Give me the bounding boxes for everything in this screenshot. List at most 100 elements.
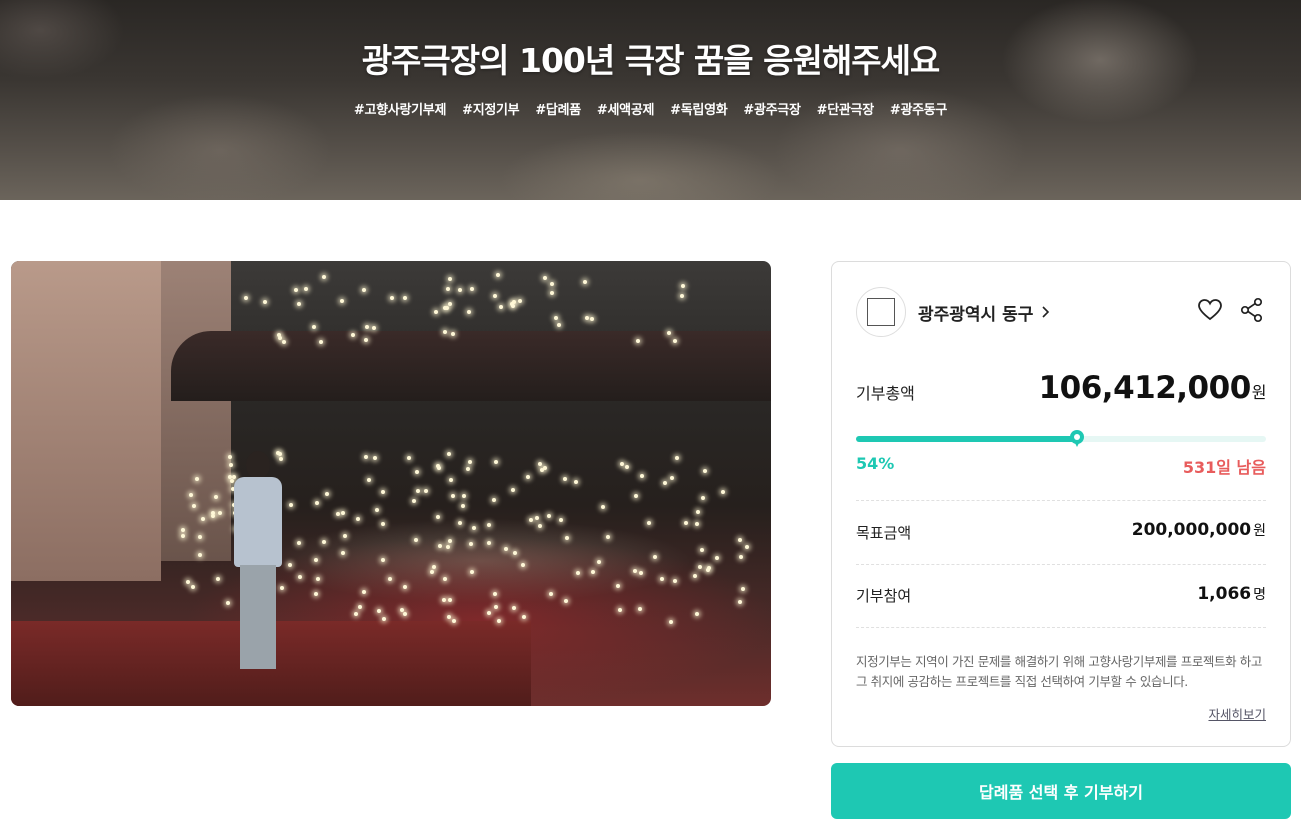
phone-light-dot (620, 462, 625, 467)
phone-light-dot (737, 538, 742, 543)
phone-light-dot (388, 576, 393, 581)
phone-light-dot (287, 562, 292, 567)
phone-light-dot (559, 517, 564, 522)
phone-light-dot (400, 607, 405, 612)
goal-amount-label: 목표금액 (856, 524, 912, 542)
phone-light-dot (446, 615, 451, 620)
phone-light-dot (696, 509, 701, 514)
phone-light-dot (365, 324, 370, 329)
phone-light-dot (201, 517, 206, 522)
phone-light-dot (297, 540, 302, 545)
total-donation-value: 106,412,000원 (1038, 370, 1267, 406)
phone-light-dot (513, 551, 518, 556)
phone-light-dot (540, 467, 545, 472)
phone-light-dot (596, 559, 601, 564)
phone-light-dot (277, 335, 282, 340)
phone-light-dot (738, 554, 743, 559)
phone-light-dot (466, 310, 471, 315)
divider (856, 564, 1266, 565)
hashtag[interactable]: #세액공제 (597, 99, 655, 118)
organization-logo[interactable] (856, 287, 906, 337)
phone-lights (11, 261, 771, 706)
phone-light-dot (662, 481, 667, 486)
hero-banner: 광주극장의 100년 극장 꿈을 응원해주세요 #고향사랑기부제 #지정기부 #… (0, 0, 1301, 200)
phone-light-dot (402, 295, 407, 300)
phone-light-dot (554, 316, 559, 321)
hashtag[interactable]: #지정기부 (462, 99, 520, 118)
phone-light-dot (543, 276, 548, 281)
phone-light-dot (389, 296, 394, 301)
phone-light-dot (350, 332, 355, 337)
phone-light-dot (195, 477, 200, 482)
phone-light-dot (438, 544, 442, 549)
heart-icon[interactable] (1196, 296, 1224, 324)
more-details-link[interactable]: 자세히보기 (1208, 704, 1266, 723)
phone-light-dot (414, 469, 419, 474)
hashtag[interactable]: #독립영화 (670, 99, 728, 118)
phone-light-dot (197, 535, 202, 540)
phone-light-dot (414, 537, 419, 542)
phone-light-dot (741, 586, 746, 591)
phone-light-dot (635, 338, 640, 343)
phone-light-dot (528, 518, 533, 523)
phone-light-dot (672, 338, 677, 343)
phone-light-dot (684, 521, 689, 526)
phone-light-dot (355, 516, 360, 521)
phone-light-dot (497, 619, 502, 624)
phone-light-dot (442, 576, 447, 581)
phone-light-dot (297, 574, 302, 579)
phone-light-dot (639, 571, 644, 576)
hashtag[interactable]: #단관극장 (817, 99, 875, 118)
phone-light-dot (436, 465, 441, 470)
phone-light-dot (700, 495, 705, 500)
hashtag[interactable]: #답례품 (535, 99, 581, 118)
phone-light-dot (433, 309, 438, 314)
progress-fill (856, 436, 1078, 442)
currency-unit: 원 (1251, 383, 1267, 402)
phone-light-dot (424, 489, 429, 494)
phone-light-dot (446, 451, 451, 456)
phone-light-dot (670, 475, 675, 480)
donate-button[interactable]: 답례품 선택 후 기부하기 (831, 763, 1291, 819)
total-donation-label: 기부총액 (856, 384, 915, 403)
phone-light-dot (618, 608, 623, 613)
phone-light-dot (511, 487, 516, 492)
chevron-right-icon[interactable] (1039, 305, 1053, 319)
page-title: 광주극장의 100년 극장 꿈을 응원해주세요 (361, 41, 941, 80)
share-icon[interactable] (1238, 296, 1266, 324)
phone-light-dot (674, 455, 679, 460)
phone-light-dot (381, 490, 386, 495)
phone-light-dot (450, 332, 455, 337)
phone-light-dot (634, 494, 639, 499)
phone-light-dot (521, 563, 526, 568)
phone-light-dot (680, 293, 685, 298)
hashtag[interactable]: #광주극장 (743, 99, 801, 118)
phone-light-dot (429, 570, 434, 575)
phone-light-dot (363, 454, 368, 459)
phone-light-dot (372, 455, 377, 460)
phone-light-dot (639, 474, 644, 479)
phone-light-dot (556, 322, 561, 327)
phone-light-dot (181, 533, 186, 538)
phone-light-dot (522, 615, 527, 619)
phone-light-dot (549, 592, 554, 597)
phone-light-dot (192, 503, 197, 508)
phone-light-dot (314, 557, 319, 562)
phone-light-dot (667, 331, 672, 336)
phone-light-dot (472, 526, 477, 531)
phone-light-dot (190, 584, 195, 589)
hashtag[interactable]: #광주동구 (890, 99, 948, 118)
phone-light-dot (526, 475, 531, 480)
phone-light-dot (637, 606, 642, 611)
hashtag[interactable]: #고향사랑기부제 (354, 99, 447, 118)
organization-name[interactable]: 광주광역시 동구 (918, 300, 1033, 325)
phone-light-dot (362, 287, 367, 292)
phone-light-dot (653, 555, 658, 560)
phone-light-dot (462, 493, 467, 498)
phone-light-dot (289, 502, 294, 507)
phone-light-dot (494, 459, 499, 464)
phone-light-dot (745, 545, 750, 550)
phone-light-dot (582, 280, 587, 285)
phone-light-dot (563, 477, 568, 482)
phone-light-dot (336, 512, 341, 517)
